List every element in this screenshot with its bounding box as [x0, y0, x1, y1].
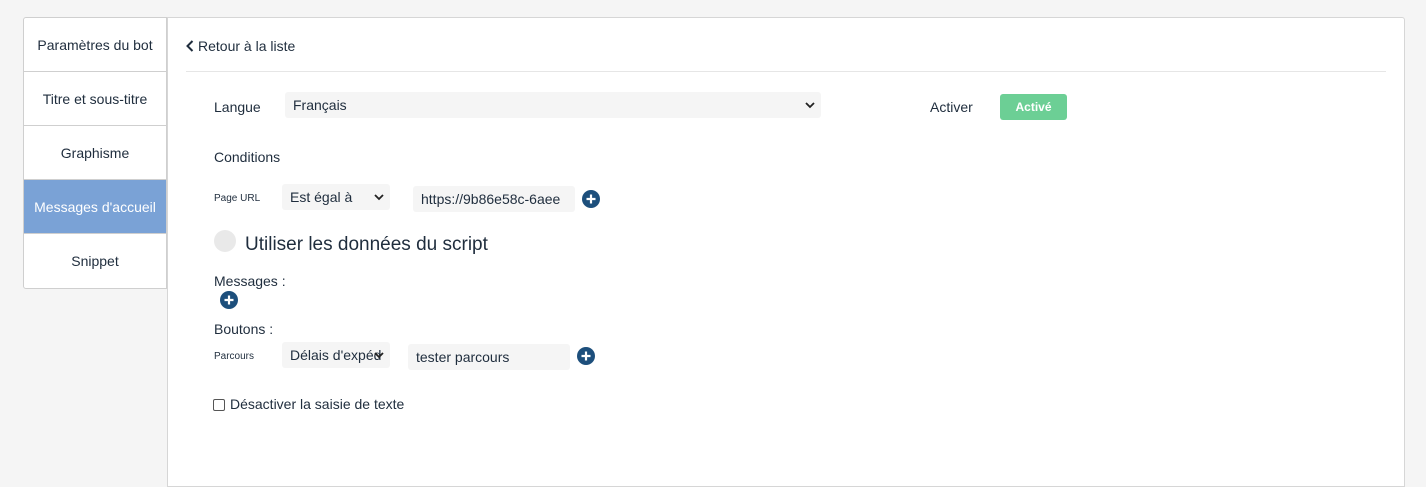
header-divider — [186, 71, 1386, 72]
chevron-down-icon — [805, 102, 815, 109]
button-type-label: Parcours — [214, 351, 255, 362]
script-data-label: Utiliser les données du script — [245, 234, 488, 255]
sidebar-item-label: Messages d'accueil — [34, 198, 156, 215]
plus-circle-icon[interactable] — [582, 190, 600, 208]
sidebar-item-messages-accueil[interactable]: Messages d'accueil — [24, 180, 166, 234]
status-badge[interactable]: Activé — [1000, 94, 1067, 120]
button-journey-value: Délais d'expéd — [290, 347, 382, 363]
buttons-label: Boutons : — [214, 321, 274, 337]
condition-operator-select[interactable]: Est égal à — [282, 184, 390, 210]
sidebar-item-label: Graphisme — [60, 144, 130, 161]
sidebar-item-titre[interactable]: Titre et sous-titre — [24, 72, 166, 126]
chevron-left-icon — [186, 40, 194, 52]
sidebar-item-label: Paramètres du bot — [37, 36, 153, 53]
main-panel: Retour à la liste Langue Français Active… — [167, 17, 1405, 487]
plus-circle-icon[interactable] — [577, 347, 595, 365]
disable-text-label: Désactiver la saisie de texte — [230, 396, 405, 412]
condition-url-value: https://9b86e58c-6aee — [421, 191, 561, 207]
sidebar-item-snippet[interactable]: Snippet — [24, 234, 166, 288]
sidebar-item-parametres[interactable]: Paramètres du bot — [24, 18, 166, 72]
language-label: Langue — [214, 99, 261, 115]
sidebar-nav: Paramètres du bot Titre et sous-titre Gr… — [23, 17, 167, 289]
disable-text-checkbox[interactable] — [213, 399, 225, 411]
condition-field-label: Page URL — [214, 193, 261, 204]
language-select[interactable]: Français — [285, 92, 821, 118]
back-to-list-link[interactable]: Retour à la liste — [186, 38, 295, 54]
sidebar-item-graphisme[interactable]: Graphisme — [24, 126, 166, 180]
button-text-input[interactable]: tester parcours — [408, 344, 570, 370]
chevron-down-icon — [374, 194, 384, 201]
button-text-value: tester parcours — [416, 349, 510, 365]
button-journey-select[interactable]: Délais d'expéd — [282, 342, 390, 368]
condition-url-input[interactable]: https://9b86e58c-6aee — [413, 186, 575, 212]
back-link-label: Retour à la liste — [198, 38, 296, 54]
sidebar-item-label: Snippet — [71, 253, 119, 269]
condition-operator-value: Est égal à — [290, 189, 353, 205]
chevron-down-icon — [374, 352, 384, 359]
sidebar-item-label: Titre et sous-titre — [42, 90, 148, 107]
activate-label: Activer — [930, 99, 973, 115]
plus-circle-icon[interactable] — [220, 291, 238, 309]
language-select-value: Français — [293, 97, 347, 113]
messages-label: Messages : — [214, 273, 286, 289]
conditions-title: Conditions — [214, 149, 281, 165]
script-data-toggle[interactable] — [214, 230, 236, 252]
